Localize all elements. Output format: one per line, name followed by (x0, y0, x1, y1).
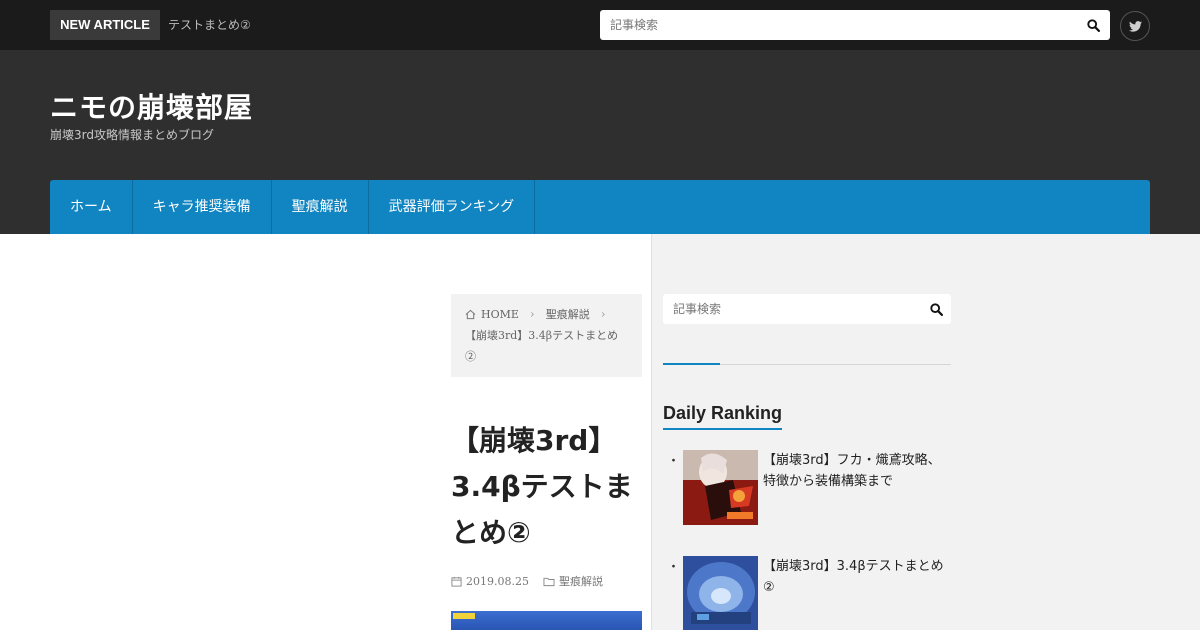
list-bullet: ・ (667, 454, 681, 469)
ranking-title: 【崩壊3rd】フカ・熾鳶攻略、特徴から装備構築まで (763, 453, 941, 489)
header-search-input[interactable] (600, 10, 1070, 40)
ranking-thumbnail (683, 556, 758, 630)
sidebar-search-input[interactable] (663, 294, 913, 324)
post-date: 2019.08.25 (466, 574, 529, 588)
post-category-link[interactable]: 聖痕解説 (543, 573, 603, 589)
site-tagline: 崩壊3rd攻略情報まとめブログ (50, 128, 214, 142)
search-icon (1086, 18, 1100, 32)
home-icon (465, 309, 476, 320)
new-article-badge: NEW ARTICLE (50, 10, 160, 40)
image-badge (453, 613, 475, 619)
top-bar: NEW ARTICLE テストまとめ② (0, 0, 1200, 50)
article-title: 【崩壊3rd】3.4βテストまとめ② (451, 424, 633, 549)
sidebar-search-box (663, 294, 951, 324)
nav-item-stigmata[interactable]: 聖痕解説 (272, 180, 369, 234)
chevron-right-icon: › (600, 307, 606, 321)
chevron-right-icon: › (529, 307, 535, 321)
global-nav: ホーム キャラ推奨装備 聖痕解説 武器評価ランキング (50, 180, 1150, 234)
twitter-icon (1128, 20, 1142, 32)
folder-icon (543, 576, 555, 587)
search-icon (929, 302, 943, 316)
header-search-box (600, 10, 1110, 40)
nav-item-home[interactable]: ホーム (50, 180, 133, 234)
article-meta: 2019.08.25 聖痕解説 (451, 573, 603, 589)
sidebar-search-button[interactable] (921, 294, 951, 324)
calendar-icon (451, 576, 462, 587)
breadcrumb-home[interactable]: HOME (481, 304, 519, 325)
header-search-button[interactable] (1078, 10, 1108, 40)
article-eyecatch-image (451, 611, 642, 630)
list-bullet: ・ (667, 560, 681, 575)
breadcrumb-current: 【崩壊3rd】3.4βテストまとめ② (465, 329, 619, 363)
ranking-title: 【崩壊3rd】3.4βテストまとめ② (763, 559, 944, 595)
ranking-thumbnail (683, 450, 758, 525)
breadcrumb: HOME › 聖痕解説 › 【崩壊3rd】3.4βテストまとめ② (451, 294, 642, 377)
tab-active-indicator (663, 363, 720, 365)
ranking-item[interactable]: ・ 【崩壊3rd】3.4βテストまとめ② (663, 556, 953, 630)
breadcrumb-category[interactable]: 聖痕解説 (546, 304, 590, 325)
site-header: ニモの崩壊部屋 崩壊3rd攻略情報まとめブログ ホーム キャラ推奨装備 聖痕解説… (0, 50, 1200, 234)
post-category: 聖痕解説 (558, 575, 603, 588)
new-article-link[interactable]: テストまとめ② (168, 10, 251, 40)
twitter-button[interactable] (1120, 11, 1150, 41)
site-title[interactable]: ニモの崩壊部屋 (50, 86, 253, 126)
ranking-item[interactable]: ・ 【崩壊3rd】フカ・熾鳶攻略、特徴から装備構築まで (663, 450, 953, 526)
nav-item-character-equipment[interactable]: キャラ推奨装備 (133, 180, 272, 234)
nav-item-weapon-ranking[interactable]: 武器評価ランキング (369, 180, 536, 234)
widget-title-daily-ranking: Daily Ranking (663, 403, 783, 430)
